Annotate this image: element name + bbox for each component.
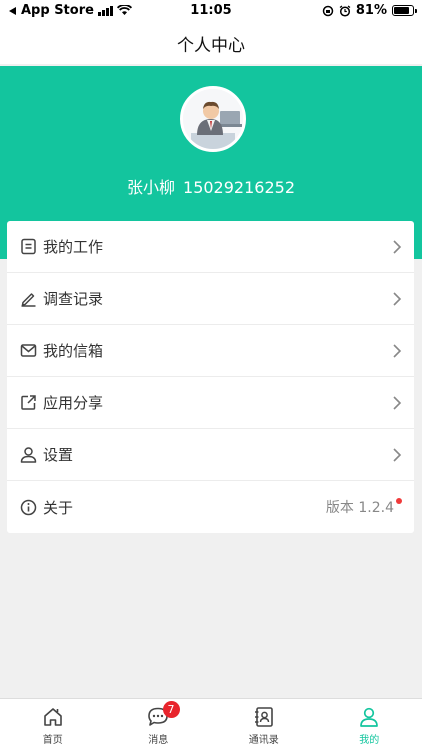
menu-item-settings[interactable]: 设置 <box>7 429 414 481</box>
user-icon <box>19 446 37 464</box>
menu-item-app-share[interactable]: 应用分享 <box>7 377 414 429</box>
tab-label: 通讯录 <box>248 735 279 746</box>
menu-item-about[interactable]: 关于 版本 1.2.4 <box>7 481 414 533</box>
nav-bar: 个人中心 <box>0 22 422 64</box>
tab-label: 消息 <box>148 735 169 746</box>
chevron-right-icon <box>393 239 402 254</box>
pencil-icon <box>19 290 37 308</box>
info-icon <box>19 498 37 516</box>
share-icon <box>19 394 37 412</box>
battery-fill <box>394 7 409 14</box>
battery-icon <box>392 5 417 16</box>
menu-item-my-work[interactable]: 我的工作 <box>7 221 414 273</box>
status-bar: App Store 11:05 81% <box>0 0 422 22</box>
unread-badge: 7 <box>162 701 180 718</box>
profile-icon <box>360 707 379 727</box>
tab-mine[interactable]: 我的 <box>317 699 422 750</box>
tab-contacts[interactable]: 通讯录 <box>211 699 317 750</box>
menu-item-label: 我的信箱 <box>43 342 104 360</box>
tab-bar: 首页 7 消息 通讯录 我的 <box>0 698 422 750</box>
user-phone: 15029216252 <box>183 178 295 197</box>
chevron-right-icon <box>393 343 402 358</box>
tab-label: 首页 <box>42 735 63 746</box>
battery-percent: 81% <box>355 3 387 18</box>
menu-item-label: 关于 <box>43 498 74 517</box>
page-title: 个人中心 <box>177 35 245 56</box>
rotation-lock-icon <box>322 5 334 16</box>
version-label: 版本 1.2.4 <box>325 500 394 516</box>
menu-item-label: 调查记录 <box>43 290 104 308</box>
menu-list: 我的工作 调查记录 我的信箱 应用分享 设置 关于 版本 1.2.4 <box>7 221 414 533</box>
status-right: 81% <box>322 3 417 18</box>
avatar-illustration <box>183 89 243 149</box>
contacts-icon <box>254 707 273 727</box>
tab-messages[interactable]: 7 消息 <box>106 699 212 750</box>
chevron-right-icon <box>393 395 402 410</box>
alarm-icon <box>339 4 351 17</box>
menu-item-label: 应用分享 <box>43 394 104 412</box>
user-info: 张小柳 15029216252 <box>0 174 422 198</box>
menu-item-survey-records[interactable]: 调查记录 <box>7 273 414 325</box>
document-icon <box>19 238 37 256</box>
tab-home[interactable]: 首页 <box>0 699 106 750</box>
menu-item-mailbox[interactable]: 我的信箱 <box>7 325 414 377</box>
user-name: 张小柳 <box>127 178 176 197</box>
home-icon <box>43 708 62 726</box>
chevron-right-icon <box>393 447 402 462</box>
update-dot <box>396 498 402 504</box>
menu-item-label: 我的工作 <box>43 238 104 256</box>
chevron-right-icon <box>393 291 402 306</box>
menu-item-label: 设置 <box>43 446 74 464</box>
avatar[interactable] <box>180 86 246 152</box>
tab-label: 我的 <box>359 735 380 746</box>
mail-icon <box>19 342 37 360</box>
